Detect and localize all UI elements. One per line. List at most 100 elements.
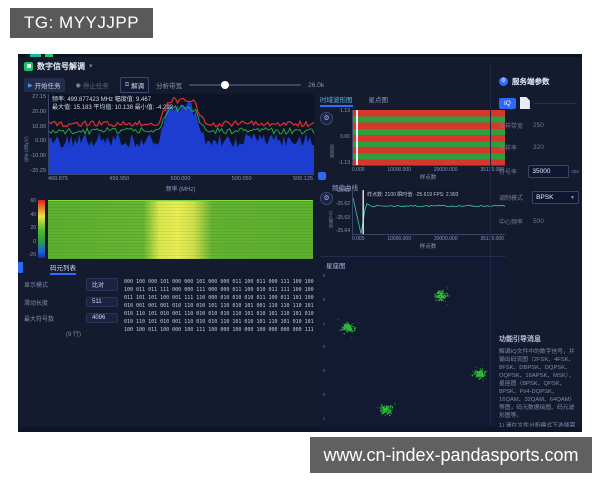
symbol-settings: 显示模式 比对 滑动长度 511 最大符号数 4096 (9 行) [24,278,118,338]
strip-mark-green [45,54,53,57]
freq-offset-panel: 频偏曲线 ⚙ 频偏(Hz) -25.61-25.62-25.63-25.64 样… [320,182,506,254]
tick-label: 1 [323,416,326,421]
constellation-dots [328,270,504,424]
center-freq-value: 500 [533,218,544,225]
spectrum-panel: 电平(dBμV) 27.1520.0010.000.00-10.00-20.29… [24,94,316,196]
file-icon[interactable] [520,97,530,109]
rows-note: (9 行) [66,329,118,338]
guide-body: 解调IQ文件中的数字信号，并输出码流图（2FSK、4FSK、8FSK、DBPSK… [499,348,578,420]
tick-label: 0 [323,368,326,373]
app-icon [24,62,33,71]
tab-symbol-list[interactable]: 码元列表 [50,262,76,275]
demod-icon: ⧉ [125,82,129,89]
spectrum-y-ticks: 27.1520.0010.000.00-10.00-20.29 [26,94,46,174]
field-center-freq: 中心频率 500 [499,217,579,226]
title-bar: 数字信号解调 ▾ [24,60,93,72]
tick-label: -10.00 [30,153,46,159]
tick-label: 0 [33,239,36,245]
spectrum-info-line1: 频率: 499.877423 MHz 幅度值: 9.467 [52,96,173,104]
field-modulation: 调制模式 BPSK ▼ [499,191,579,204]
iq-button[interactable]: IQ [499,98,516,109]
tick-label: -25.61 [336,188,350,194]
tick-label: -1.13 [339,160,350,166]
stop-task-label: 停止任务 [83,80,109,90]
spectrum-plot[interactable]: 频率: 499.877423 MHz 幅度值: 9.467 最大值: 15.18… [48,94,314,175]
sidebar-header: ⚙ 服务端参数 [499,76,582,87]
sample-rate-value: 320 [533,144,544,151]
demod-button[interactable]: ⧉ 解调 [120,77,149,93]
page: TG: MYYJJPP 数字信号解调 ▾ ▶ 开始任务 ◉ 停止任务 ⧉ 解调 … [0,0,600,480]
constellation-plot[interactable] [328,270,504,424]
modulation-select[interactable]: BPSK ▼ [532,191,579,204]
max-symbols-value[interactable]: 4096 [86,313,118,323]
sidebar-title: 服务端参数 [512,76,550,87]
freq-offset-plot[interactable]: 样点数: 2100 瞬时值: -25.619 FPS: 2.993 [352,190,505,235]
server-params-sidebar: ⚙ 服务端参数 IQ 采样带宽 250 采样率 320 符号率 35000 sp… [490,62,582,426]
colorbar-gradient [38,200,45,258]
watermark-telegram: TG: MYYJJPP [10,8,153,38]
tab-time-domain[interactable]: 时域波形图 [320,94,353,107]
constellation-title: 星座图 [326,260,346,270]
tick-label: 40 [30,212,36,218]
divider [534,103,577,104]
slider-knob[interactable] [221,81,229,89]
chevron-down-icon[interactable]: ▾ [89,62,93,70]
spectrum-x-ticks: 499.875499.950500.000500.050500.125 [48,176,313,182]
guide-title: 功能引导消息 [499,334,578,344]
waterfall-display[interactable] [48,200,313,259]
tab-star-points[interactable]: 星点图 [369,94,389,107]
tick-label: 0.00 [340,134,350,140]
start-task-button[interactable]: ▶ 开始任务 [24,78,65,92]
strip-mark-teal [30,54,41,57]
tick-label: 0.00 [35,138,46,144]
tick-label: -25.63 [336,215,350,221]
modulation-value: BPSK [536,194,553,201]
bits-row: 010 001 001 001 010 110 010 101 110 010 … [124,302,316,310]
tick-label: 60 [30,198,36,204]
mid-tabs: 时域波形图 星点图 [320,94,506,107]
symbol-rate-input[interactable]: 35000 [528,165,569,178]
time-cursor-line [356,110,358,165]
symbol-rate-unit: sps [571,169,579,175]
tick-label: -20 [29,252,36,258]
tick-label: -20.29 [30,168,46,174]
chevron-down-icon: ▼ [570,195,575,201]
bandwidth-slider[interactable] [189,84,301,86]
field-sample-bandwidth: 采样带宽 250 [499,121,579,130]
app-window: 数字信号解调 ▾ ▶ 开始任务 ◉ 停止任务 ⧉ 解调 分析带宽 26.0k [18,54,582,432]
app-top-strip [18,54,582,57]
tick-label: 1.13 [340,108,350,114]
field-symbol-rate: 符号率 35000 sps [499,165,579,178]
field-sample-rate: 采样率 320 [499,143,579,152]
bits-row: 100 100 011 100 000 100 111 100 000 100 … [124,326,316,334]
tick-label: 0 [323,273,326,278]
tick-label: 0 [323,344,326,349]
play-icon: ▶ [28,82,33,89]
time-y-ticks: 1.13 0.00 -1.13 [333,108,350,166]
tick-label: 20 [30,225,36,231]
stop-task-button[interactable]: ◉ 停止任务 [72,78,113,92]
bits-row: 010 110 101 010 001 110 010 010 010 110 … [124,310,316,318]
tick-label: 10.00 [32,124,46,130]
waterfall-panel: 60 40 20 0 -20 [24,200,316,258]
bits-grid[interactable]: 000 100 000 101 000 000 101 000 000 011 … [124,278,316,338]
spectrum-info-line2: 最大值: 15.183 平均值: 10.138 最小值: -4.292 [52,104,173,112]
freq-x-axis-title: 样点数 [352,242,504,250]
toolbar: ▶ 开始任务 ◉ 停止任务 ⧉ 解调 分析带宽 26.0k [24,76,324,94]
time-domain-plot[interactable] [352,110,505,166]
tick-label: 500.125 [293,176,313,182]
tick-label: 500.000 [171,176,191,182]
bandwidth-value: 26.0k [308,82,324,89]
spectrum-x-axis-title: 频率 (MHz) [48,184,313,193]
sidebar-button-row: IQ [499,97,579,109]
app-title: 数字信号解调 [37,61,85,72]
colorbar-ticks: 60 40 20 0 -20 [24,198,36,258]
slide-length-label: 滑动长度 [24,298,48,307]
tick-label: 1 [323,321,326,326]
center-freq-label: 中心频率 [499,217,533,226]
guide-message: 功能引导消息 解调IQ文件中的数字信号，并输出码流图（2FSK、4FSK、8FS… [499,334,578,432]
slide-length-value[interactable]: 511 [86,297,118,307]
display-mode-value[interactable]: 比对 [86,278,118,291]
display-mode-label: 显示模式 [24,280,48,289]
symbol-list-panel: 码元列表 显示模式 比对 滑动长度 511 最大符号数 4096 (9 行) 0… [24,262,316,338]
